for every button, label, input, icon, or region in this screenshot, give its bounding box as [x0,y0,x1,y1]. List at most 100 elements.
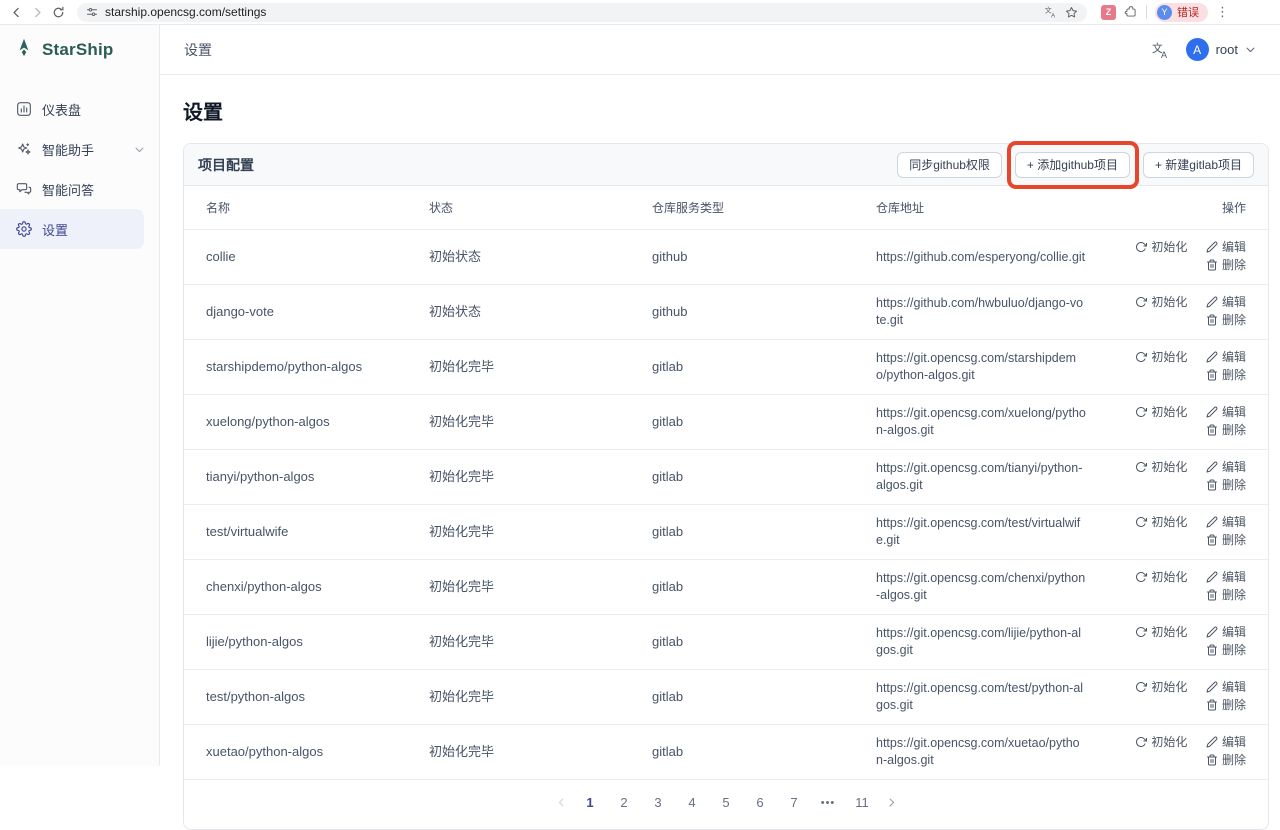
project-name: xuetao/python-algos [184,725,429,780]
delete-action[interactable]: 删除 [1206,422,1246,438]
prev-page-icon[interactable] [552,797,571,808]
table-row: starshipdemo/python-algos 初始化完毕 gitlab h… [184,340,1268,395]
pencil-icon [1206,516,1218,528]
initialize-action[interactable]: 初始化 [1135,294,1187,310]
edit-action[interactable]: 编辑 [1206,734,1246,750]
page-title: 设置 [183,96,1269,125]
pagination: 1234567 ••• 11 [184,780,1268,829]
repo-url: https://git.opencsg.com/chenxi/python-al… [876,560,1102,615]
breadcrumb: 设置 [184,40,212,60]
edit-action[interactable]: 编辑 [1206,624,1246,640]
initialize-action[interactable]: 初始化 [1135,404,1187,420]
sidebar-item-settings[interactable]: 设置 [0,209,144,249]
page-number[interactable]: 5 [716,793,737,812]
table-row: test/python-algos 初始化完毕 gitlab https://g… [184,670,1268,725]
logo[interactable]: StarShip [0,25,159,75]
refresh-icon [1135,681,1147,693]
delete-action[interactable]: 删除 [1206,312,1246,328]
table-row: test/virtualwife 初始化完毕 gitlab https://gi… [184,505,1268,560]
extensions-puzzle-icon[interactable] [1124,5,1138,19]
profile-chip[interactable]: Y 错误 [1155,3,1208,22]
browser-menu-icon[interactable]: ⋮ [1216,4,1229,20]
initialize-action[interactable]: 初始化 [1135,239,1187,255]
delete-action[interactable]: 删除 [1206,257,1246,273]
edit-action[interactable]: 编辑 [1206,404,1246,420]
back-icon[interactable] [10,6,23,19]
browser-toolbar: starship.opencsg.com/settings 文A Z Y 错误 … [0,0,1280,25]
edit-action[interactable]: 编辑 [1206,514,1246,530]
page-number[interactable]: 4 [682,793,703,812]
refresh-icon [1135,351,1147,363]
site-permissions-icon[interactable] [86,6,98,18]
page-number[interactable]: 11 [852,793,873,812]
sync-github-permissions-button[interactable]: 同步github权限 [897,152,1002,178]
delete-action[interactable]: 删除 [1206,367,1246,383]
initialize-action[interactable]: 初始化 [1135,569,1187,585]
language-switch-icon[interactable]: 文A [1152,41,1170,59]
new-gitlab-project-button[interactable]: + 新建gitlab项目 [1143,152,1254,178]
repo-url: https://git.opencsg.com/starshipdemo/pyt… [876,340,1102,395]
chevron-down-icon[interactable] [134,144,145,155]
repo-service-type: gitlab [652,670,876,725]
add-github-project-button[interactable]: + 添加github项目 [1015,152,1130,178]
url-text[interactable]: starship.opencsg.com/settings [105,5,1037,19]
page-number[interactable]: 7 [784,793,805,812]
page-number[interactable]: 1 [580,793,601,812]
translate-page-icon[interactable]: 文A [1044,5,1058,19]
sidebar-item-dashboard[interactable]: 仪表盘 [0,89,159,129]
initialize-action[interactable]: 初始化 [1135,514,1187,530]
project-name: django-vote [184,285,429,340]
sidebar-item-label: 仪表盘 [42,100,81,119]
col-header-repo-type: 仓库服务类型 [652,186,876,230]
edit-action[interactable]: 编辑 [1206,459,1246,475]
project-name: test/python-algos [184,670,429,725]
sidebar-item-qa[interactable]: 智能问答 [0,169,159,209]
repo-url: https://git.opencsg.com/tianyi/python-al… [876,450,1102,505]
delete-action[interactable]: 删除 [1206,477,1246,493]
pencil-icon [1206,571,1218,583]
initialize-action[interactable]: 初始化 [1135,349,1187,365]
page-number[interactable]: 6 [750,793,771,812]
project-status: 初始化完毕 [429,450,652,505]
pencil-icon [1206,406,1218,418]
reload-icon[interactable] [52,6,65,19]
chat-bubbles-icon [16,181,32,197]
edit-action[interactable]: 编辑 [1206,239,1246,255]
project-name: collie [184,230,429,285]
project-name: test/virtualwife [184,505,429,560]
project-config-card: 项目配置 同步github权限 + 添加github项目 + 新建gitlab项… [183,143,1269,830]
delete-action[interactable]: 删除 [1206,532,1246,548]
next-page-icon[interactable] [882,797,901,808]
table-row: xuetao/python-algos 初始化完毕 gitlab https:/… [184,725,1268,780]
address-bar[interactable]: starship.opencsg.com/settings 文A [77,3,1087,22]
forward-icon[interactable] [31,6,44,19]
logo-text: StarShip [42,40,114,60]
edit-action[interactable]: 编辑 [1206,349,1246,365]
table-row: lijie/python-algos 初始化完毕 gitlab https://… [184,615,1268,670]
table-row: xuelong/python-algos 初始化完毕 gitlab https:… [184,395,1268,450]
project-name: tianyi/python-algos [184,450,429,505]
delete-action[interactable]: 删除 [1206,587,1246,603]
sidebar-item-assistant[interactable]: 智能助手 [0,129,159,169]
edit-action[interactable]: 编辑 [1206,679,1246,695]
repo-url: https://git.opencsg.com/test/python-algo… [876,670,1102,725]
repo-service-type: gitlab [652,395,876,450]
bookmark-star-icon[interactable] [1065,6,1078,19]
initialize-action[interactable]: 初始化 [1135,679,1187,695]
pagination-ellipsis[interactable]: ••• [818,795,839,811]
initialize-action[interactable]: 初始化 [1135,459,1187,475]
initialize-action[interactable]: 初始化 [1135,624,1187,640]
trash-icon [1206,259,1218,271]
initialize-action[interactable]: 初始化 [1135,734,1187,750]
page-number[interactable]: 2 [614,793,635,812]
col-header-repo-url: 仓库地址 [876,186,1102,230]
delete-action[interactable]: 删除 [1206,697,1246,713]
page-number[interactable]: 3 [648,793,669,812]
delete-action[interactable]: 删除 [1206,642,1246,658]
repo-service-type: gitlab [652,725,876,780]
pinned-extension-icon[interactable]: Z [1101,5,1116,20]
user-menu[interactable]: A root [1186,38,1256,61]
edit-action[interactable]: 编辑 [1206,569,1246,585]
edit-action[interactable]: 编辑 [1206,294,1246,310]
avatar: A [1186,38,1209,61]
